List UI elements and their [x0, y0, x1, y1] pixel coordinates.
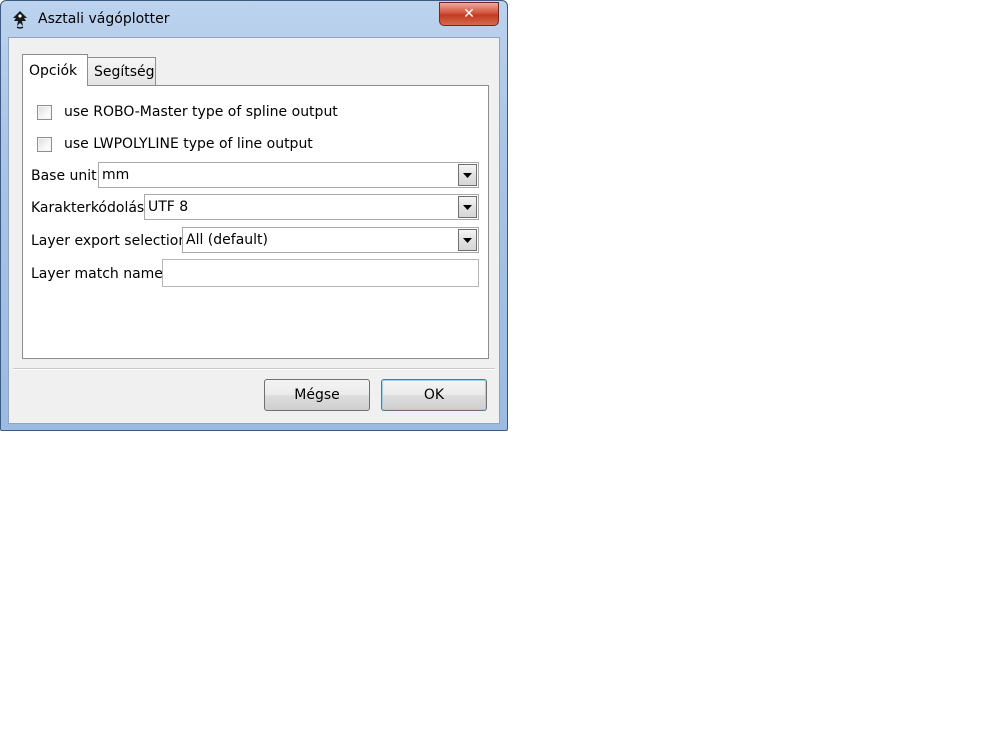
robo-master-checkbox[interactable]: [37, 104, 52, 120]
chevron-down-icon[interactable]: [458, 196, 477, 218]
encoding-select[interactable]: UTF 8: [144, 194, 479, 220]
dialog-window: Asztali vágóplotter ✕ Opciók Segítség us…: [0, 0, 508, 431]
robo-master-option[interactable]: use ROBO-Master type of spline output: [37, 102, 338, 122]
title-bar[interactable]: Asztali vágóplotter ✕: [1, 1, 507, 37]
tab-label: Opciók: [29, 63, 78, 79]
base-unit-value: mm: [102, 167, 130, 183]
chevron-down-icon[interactable]: [458, 229, 477, 251]
cancel-button[interactable]: Mégse: [264, 379, 370, 411]
chevron-down-icon[interactable]: [458, 164, 477, 186]
base-unit-select[interactable]: mm: [98, 162, 479, 188]
inkscape-icon: [13, 11, 27, 29]
tab-segitseg[interactable]: Segítség: [88, 57, 156, 86]
window-title: Asztali vágóplotter: [38, 11, 170, 27]
encoding-label: Karakterkódolás: [31, 200, 145, 216]
layer-export-value: All (default): [186, 232, 268, 248]
layer-match-input[interactable]: [162, 259, 479, 287]
lwpolyline-option[interactable]: use LWPOLYLINE type of line output: [37, 134, 313, 154]
close-icon: ✕: [463, 6, 475, 22]
layer-export-select[interactable]: All (default): [182, 227, 479, 253]
robo-master-label: use ROBO-Master type of spline output: [64, 104, 338, 120]
options-panel: use ROBO-Master type of spline output us…: [22, 85, 489, 359]
layer-export-label: Layer export selection: [31, 233, 188, 249]
encoding-value: UTF 8: [148, 199, 189, 215]
tab-label: Segítség: [94, 64, 155, 80]
layer-match-label: Layer match name: [31, 266, 163, 282]
ok-button[interactable]: OK: [381, 379, 487, 411]
close-button[interactable]: ✕: [439, 2, 499, 26]
dialog-body: Opciók Segítség use ROBO-Master type of …: [8, 37, 500, 424]
lwpolyline-checkbox[interactable]: [37, 136, 52, 152]
base-unit-label: Base unit: [31, 168, 97, 184]
divider: [13, 368, 495, 370]
lwpolyline-label: use LWPOLYLINE type of line output: [64, 136, 313, 152]
tab-opciok[interactable]: Opciók: [22, 54, 88, 86]
